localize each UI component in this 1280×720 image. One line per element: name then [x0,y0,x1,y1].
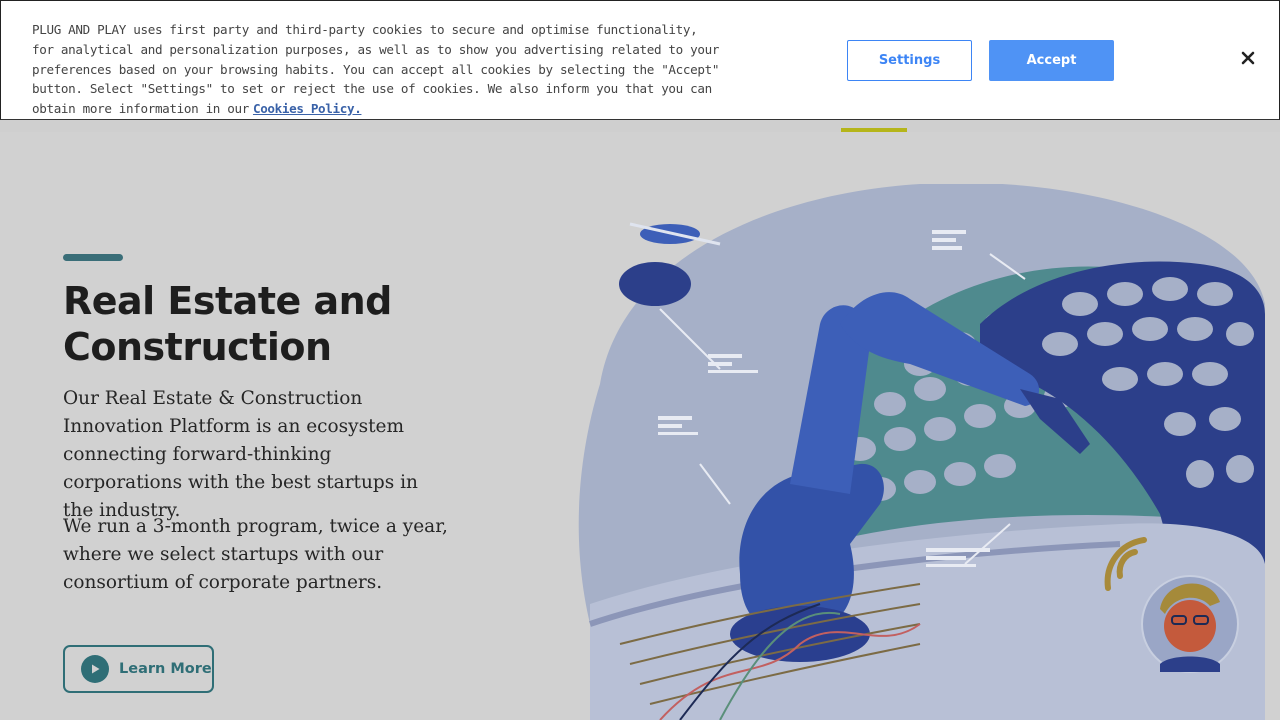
settings-button[interactable]: Settings [847,40,972,81]
hero-paragraph-2: We run a 3-month program, twice a year, … [63,516,448,593]
cookie-banner: PLUG AND PLAY uses first party and third… [0,0,1280,120]
close-icon [1241,50,1255,69]
accent-bar [63,254,123,261]
play-icon [81,655,109,683]
page: Real Estate and Construction Our Real Es… [0,0,1280,720]
cookie-banner-text: PLUG AND PLAY uses first party and third… [32,20,722,119]
learn-more-button[interactable]: Learn More [63,645,214,693]
hero-paragraph-1: Our Real Estate & Construction Innovatio… [63,388,418,521]
hero-section: Real Estate and Construction Our Real Es… [0,132,1280,720]
learn-more-label: Learn More [119,661,212,677]
hero-illustration [578,184,1265,720]
cookies-policy-link[interactable]: Cookies Policy. [253,101,362,116]
cookie-banner-message: PLUG AND PLAY uses first party and third… [32,22,720,117]
close-button[interactable] [1237,48,1259,70]
page-title: Real Estate and Construction [63,279,392,369]
accept-button[interactable]: Accept [989,40,1114,81]
